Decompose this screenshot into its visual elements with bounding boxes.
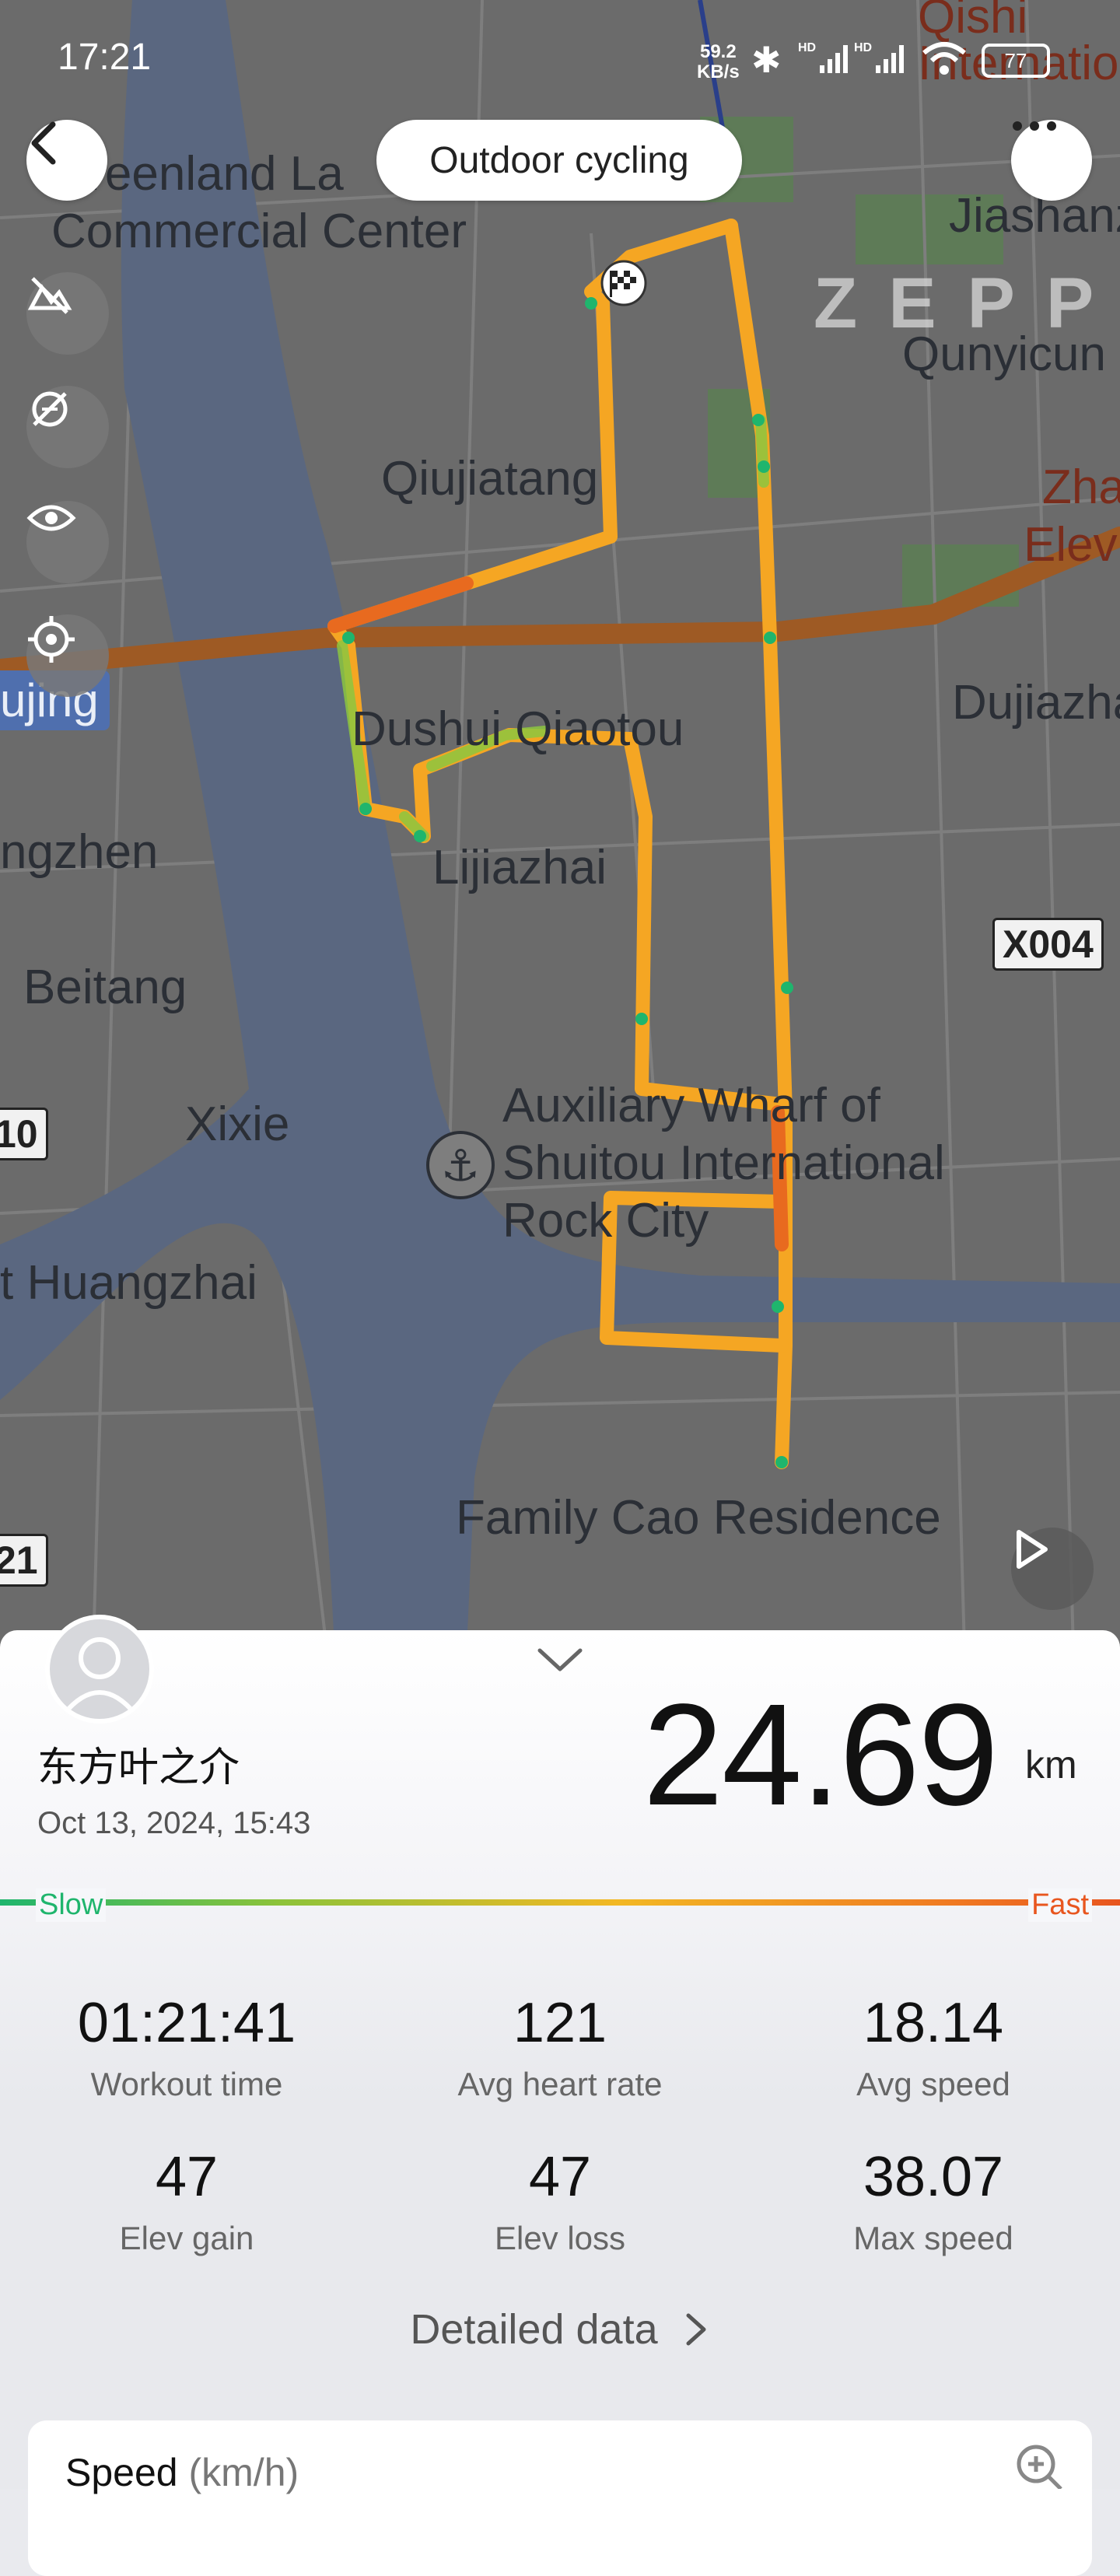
user-avatar-icon [61, 1637, 138, 1716]
speed-fast-label: Fast [1028, 1888, 1092, 1922]
speed-gradient-bar [0, 1899, 1120, 1906]
locate-button[interactable] [26, 614, 109, 697]
stat-label: Avg speed [856, 2066, 1010, 2102]
stat-label: Avg heart rate [457, 2066, 663, 2102]
speed-card-title: Speed (km/h) [65, 2451, 299, 2494]
stat-avg-heart-rate: 121 Avg heart rate [373, 1991, 747, 2103]
route-map[interactable]: ⚓ Greenland La Commercial Center Qishi I… [0, 0, 1120, 1649]
status-time: 17:21 [58, 37, 152, 78]
more-dots-icon [1013, 121, 1056, 131]
map-label: Auxiliary Wharf of [502, 1079, 880, 1132]
stat-label: Max speed [853, 2220, 1013, 2256]
svg-text:HD: HD [798, 41, 816, 54]
map-label: Dujiazha [952, 676, 1120, 730]
crosshair-icon [28, 616, 75, 663]
stat-value: 01:21:41 [77, 1992, 296, 2054]
distance-marker-off-icon [27, 277, 72, 314]
toggle-layer-button[interactable] [26, 386, 109, 468]
layer-off-icon [32, 391, 68, 427]
stat-elev-loss: 47 Elev loss [373, 2145, 747, 2257]
map-label: Qiujiatang [381, 452, 599, 506]
stat-workout-time: 01:21:41 Workout time [0, 1991, 373, 2103]
stat-label: Elev loss [494, 2220, 626, 2256]
bluetooth-icon: ✱ [751, 40, 782, 80]
detailed-data-label: Detailed data [410, 2306, 658, 2353]
stat-avg-speed: 18.14 Avg speed [747, 1991, 1120, 2103]
toggle-distance-markers-button[interactable] [26, 272, 109, 355]
svg-text:⚓: ⚓ [441, 1141, 480, 1192]
stat-value: 121 [513, 1992, 607, 2054]
stat-value: 18.14 [863, 1992, 1004, 2054]
stat-label: Workout time [90, 2066, 283, 2102]
stat-value: 38.07 [863, 2146, 1004, 2208]
back-button[interactable] [26, 120, 107, 201]
stat-value: 47 [528, 2146, 592, 2208]
wifi-icon [922, 42, 966, 75]
distance-unit: km [1025, 1743, 1077, 1787]
svg-text:HD: HD [854, 41, 872, 54]
play-replay-button[interactable] [1011, 1528, 1094, 1610]
page-title: Outdoor cycling [376, 120, 742, 201]
zepp-watermark: ZEPP [814, 264, 1120, 343]
road-code: X004 [992, 918, 1104, 971]
map-label: Shuitou International [502, 1136, 945, 1190]
zoom-in-icon[interactable] [1014, 2442, 1064, 2489]
map-label: Lijiazhai [432, 841, 607, 894]
stat-max-speed: 38.07 Max speed [747, 2145, 1120, 2257]
anchor-icon: ⚓ [426, 1131, 495, 1199]
map-label: Xixie [185, 1097, 290, 1151]
speed-slow-label: Slow [36, 1888, 107, 1922]
map-label: Rock City [502, 1194, 709, 1248]
road-code: 10 [0, 1108, 48, 1160]
stat-elev-gain: 47 Elev gain [0, 2145, 373, 2257]
user-name: 东方叶之介 [37, 1745, 240, 1790]
workout-date: Oct 13, 2024, 15:43 [37, 1806, 311, 1840]
distance-value: 24.69 [642, 1675, 999, 1836]
map-label: Zha [1042, 460, 1120, 514]
map-label: Commercial Center [51, 205, 467, 258]
detailed-data-link[interactable]: Detailed data [0, 2305, 1120, 2354]
play-icon [1017, 1530, 1048, 1569]
avatar[interactable] [45, 1615, 154, 1724]
chevron-left-icon [31, 121, 56, 165]
road-code: 21 [0, 1534, 48, 1587]
eye-icon [26, 505, 76, 531]
chevron-down-icon[interactable] [535, 1646, 585, 1674]
chevron-right-icon [686, 2313, 706, 2346]
battery-icon: 77 [982, 44, 1050, 78]
map-label: Dushui Qiaotou [352, 702, 684, 756]
stat-value: 47 [155, 2146, 219, 2208]
map-label: t Huangzhai [0, 1256, 257, 1310]
map-label: Family Cao Residence [456, 1491, 941, 1545]
signal-icon: HD HD [798, 41, 904, 73]
map-label: ngzhen [0, 825, 159, 879]
more-button[interactable] [1011, 120, 1092, 201]
map-label: Beitang [23, 961, 187, 1014]
map-label: Elev [1024, 518, 1118, 572]
stat-label: Elev gain [119, 2220, 254, 2256]
toggle-visibility-button[interactable] [26, 501, 109, 583]
network-speed: 59.2 KB/s [697, 41, 740, 82]
speed-chart-card[interactable] [28, 2420, 1092, 2576]
